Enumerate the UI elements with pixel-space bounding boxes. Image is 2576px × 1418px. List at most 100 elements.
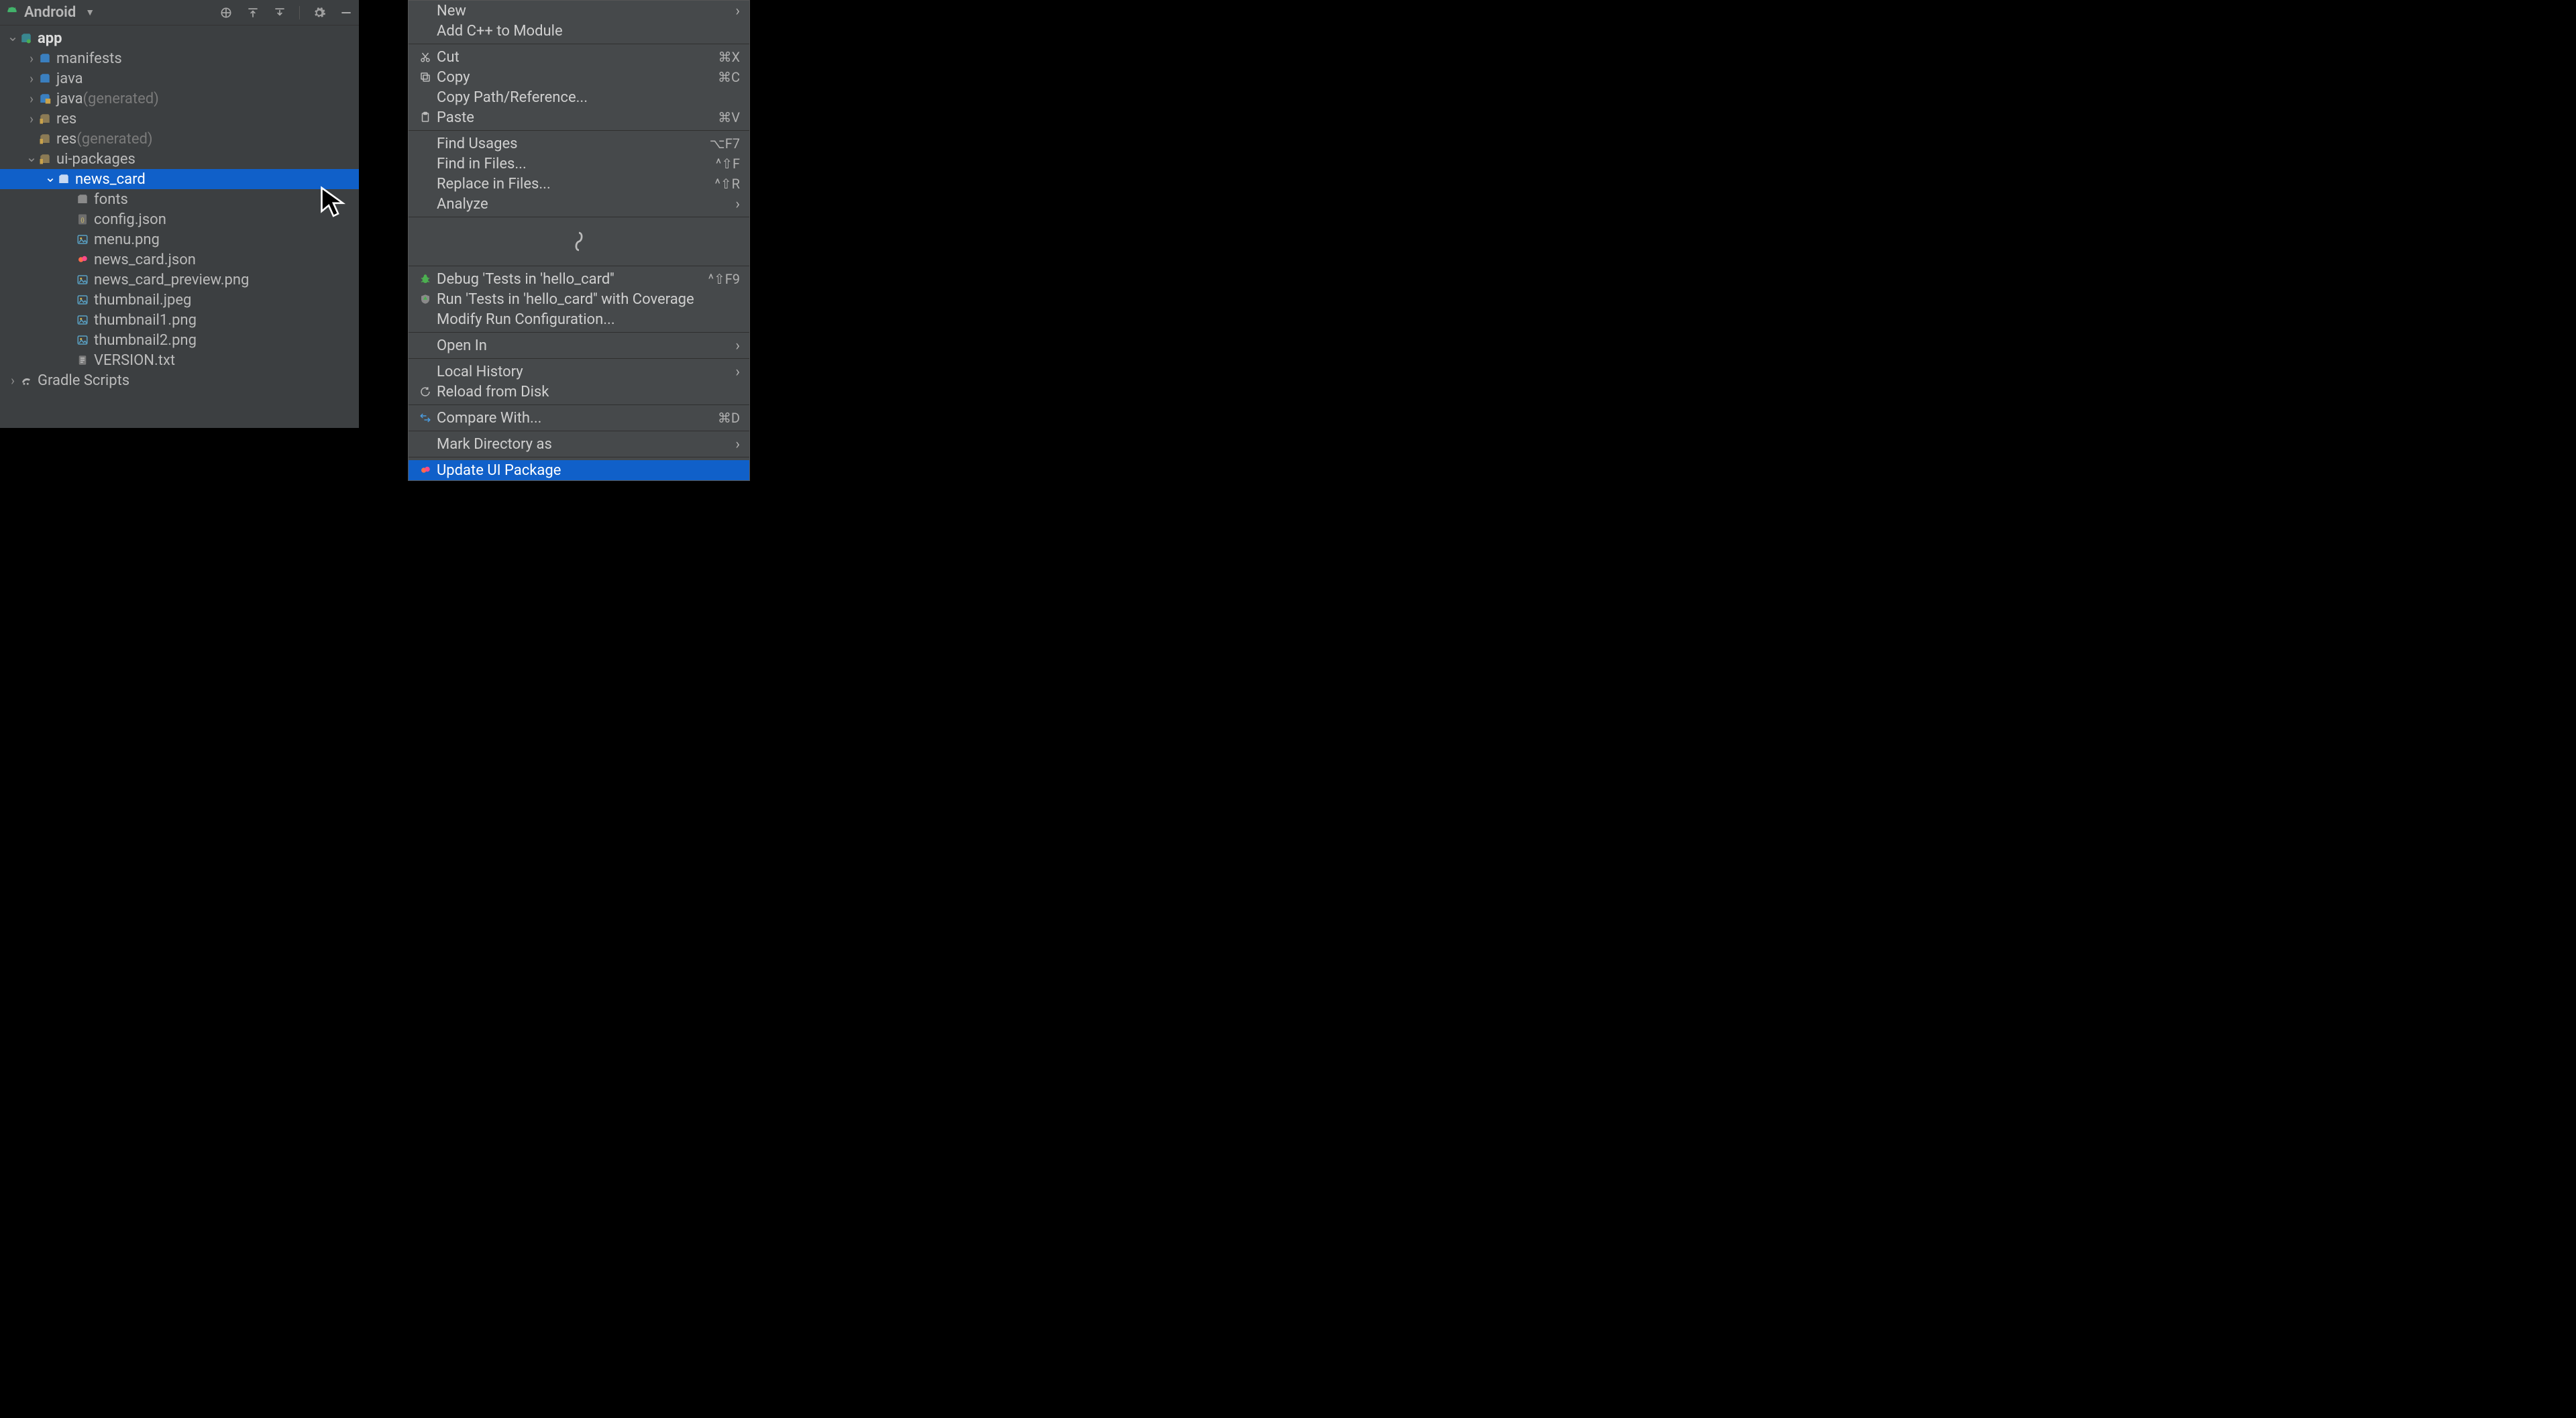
menu-item-label: Open In	[437, 337, 731, 354]
menu-item-run-tests-in-hello-card-with-coverage[interactable]: Run 'Tests in 'hello_card'' with Coverag…	[409, 289, 749, 309]
tree-item-ui-packages[interactable]: ⌄ ui-packages	[0, 149, 359, 169]
tree-item-res[interactable]: res (generated)	[0, 129, 359, 149]
tree-item-news-card[interactable]: ⌄ news_card	[0, 169, 359, 189]
tree-item-label: ui-packages	[56, 151, 136, 168]
menu-item-label: New	[437, 3, 731, 19]
tree-chevron-icon[interactable]: ⌄	[25, 149, 38, 165]
tree-item-thumbnail1-png[interactable]: thumbnail1.png	[0, 310, 359, 330]
tree-item-label: news_card.json	[94, 252, 196, 268]
gradle-icon	[19, 373, 34, 388]
tree-item-menu-png[interactable]: menu.png	[0, 229, 359, 250]
menu-item-label: Update UI Package	[437, 462, 740, 479]
folder-gen-icon	[38, 91, 52, 106]
menu-shortcut: ^⇧F9	[708, 271, 740, 287]
menu-item-label: Run 'Tests in 'hello_card'' with Coverag…	[437, 291, 740, 308]
tree-item-label: news_card	[75, 171, 146, 188]
tree-item-java[interactable]: ›java (generated)	[0, 89, 359, 109]
menu-item-label: Debug 'Tests in 'hello_card''	[437, 271, 708, 288]
tree-item-res[interactable]: › res	[0, 109, 359, 129]
tree-item-label: res	[56, 131, 76, 148]
tree-chevron-icon[interactable]: ⌄	[7, 28, 19, 44]
menu-item-label: Analyze	[437, 196, 731, 213]
menu-item-mark-directory-as[interactable]: Mark Directory as›	[409, 434, 749, 454]
chevron-right-icon: ›	[735, 337, 740, 354]
folder-blue-icon	[38, 51, 52, 66]
menu-item-find-usages[interactable]: Find Usages⌥F7	[409, 133, 749, 154]
tree-item-label: res	[56, 111, 76, 127]
tree-item-thumbnail-jpeg[interactable]: thumbnail.jpeg	[0, 290, 359, 310]
tree-item-label: VERSION.txt	[94, 352, 175, 369]
file-image-icon	[75, 232, 90, 247]
menu-item-local-history[interactable]: Local History›	[409, 362, 749, 382]
file-image-icon	[75, 272, 90, 287]
tree-item-gradle-scripts[interactable]: › Gradle Scripts	[0, 370, 359, 390]
menu-item-analyze[interactable]: Analyze›	[409, 194, 749, 214]
panel-header-actions	[219, 5, 354, 20]
context-menu: New›Add C++ to ModuleCut⌘XCopy⌘CCopy Pat…	[408, 0, 750, 481]
cut-icon	[417, 51, 434, 63]
tree-chevron-icon[interactable]: ›	[25, 111, 38, 127]
folder-gray-icon	[75, 192, 90, 207]
menu-item-new[interactable]: New›	[409, 1, 749, 21]
tree-item-label: thumbnail1.png	[94, 312, 197, 329]
tree-item-label: java	[56, 70, 83, 87]
tree-chevron-icon[interactable]: ⌄	[44, 169, 56, 185]
menu-item-reload-from-disk[interactable]: Reload from Disk	[409, 382, 749, 402]
tree-item-config-json[interactable]: {}config.json	[0, 209, 359, 229]
tree-item-java[interactable]: › java	[0, 68, 359, 89]
menu-item-compare-with-[interactable]: Compare With...⌘D	[409, 408, 749, 428]
menu-item-paste[interactable]: Paste⌘V	[409, 107, 749, 127]
menu-shortcut: ⌘C	[718, 69, 740, 85]
tree-chevron-icon[interactable]: ›	[25, 70, 38, 87]
menu-item-copy[interactable]: Copy⌘C	[409, 67, 749, 87]
menu-shortcut: ^⇧F	[716, 156, 740, 172]
tree-item-news-card-json[interactable]: news_card.json	[0, 250, 359, 270]
menu-item-update-ui-package[interactable]: Update UI Package	[409, 460, 749, 480]
tree-item-label: news_card_preview.png	[94, 272, 249, 288]
copy-icon	[417, 71, 434, 83]
tree-item-manifests[interactable]: ›manifests	[0, 48, 359, 68]
menu-item-open-in[interactable]: Open In›	[409, 335, 749, 356]
tree-item-label: java	[56, 91, 83, 107]
loading-spinner-icon	[409, 220, 749, 263]
tree-item-news-card-preview-png[interactable]: news_card_preview.png	[0, 270, 359, 290]
collapse-all-icon[interactable]	[272, 5, 287, 20]
tree-item-app[interactable]: ⌄app	[0, 28, 359, 48]
folder-res-icon	[38, 131, 52, 146]
select-opened-file-icon[interactable]	[219, 5, 233, 20]
view-selector[interactable]: Android ▼	[5, 4, 95, 21]
menu-item-cut[interactable]: Cut⌘X	[409, 47, 749, 67]
menu-item-modify-run-configuration-[interactable]: Modify Run Configuration...	[409, 309, 749, 329]
chevron-right-icon: ›	[735, 3, 740, 19]
file-json-icon: {}	[75, 212, 90, 227]
coverage-icon	[417, 293, 434, 305]
menu-shortcut: ⌘V	[718, 109, 740, 125]
module-icon	[19, 31, 34, 46]
hide-icon[interactable]	[339, 5, 354, 20]
chevron-down-icon: ▼	[85, 7, 95, 18]
menu-item-replace-in-files-[interactable]: Replace in Files...^⇧R	[409, 174, 749, 194]
tree-item-label: menu.png	[94, 231, 160, 248]
tree-item-version-txt[interactable]: VERSION.txt	[0, 350, 359, 370]
menu-item-copy-path-reference-[interactable]: Copy Path/Reference...	[409, 87, 749, 107]
gear-icon[interactable]	[312, 5, 327, 20]
project-panel: Android ▼ ⌄app›manifests›java›java (gene…	[0, 0, 359, 428]
tree-item-label: Gradle Scripts	[38, 372, 129, 389]
tree-chevron-icon[interactable]: ›	[7, 372, 19, 388]
menu-item-label: Replace in Files...	[437, 176, 715, 193]
menu-item-label: Modify Run Configuration...	[437, 311, 740, 328]
menu-shortcut: ⌘X	[718, 49, 740, 65]
tree-item-fonts[interactable]: fonts	[0, 189, 359, 209]
project-tree[interactable]: ⌄app›manifests›java›java (generated)›res…	[0, 25, 359, 390]
expand-all-icon[interactable]	[246, 5, 260, 20]
tree-chevron-icon[interactable]: ›	[25, 50, 38, 66]
compare-icon	[417, 412, 434, 424]
chevron-right-icon: ›	[735, 436, 740, 453]
tree-item-thumbnail2-png[interactable]: thumbnail2.png	[0, 330, 359, 350]
tree-chevron-icon[interactable]: ›	[25, 91, 38, 107]
menu-item-find-in-files-[interactable]: Find in Files...^⇧F	[409, 154, 749, 174]
menu-item-debug-tests-in-hello-card-[interactable]: Debug 'Tests in 'hello_card''^⇧F9	[409, 269, 749, 289]
menu-item-label: Copy	[437, 69, 718, 86]
menu-item-add-c-to-module[interactable]: Add C++ to Module	[409, 21, 749, 41]
tree-item-label: fonts	[94, 191, 128, 208]
